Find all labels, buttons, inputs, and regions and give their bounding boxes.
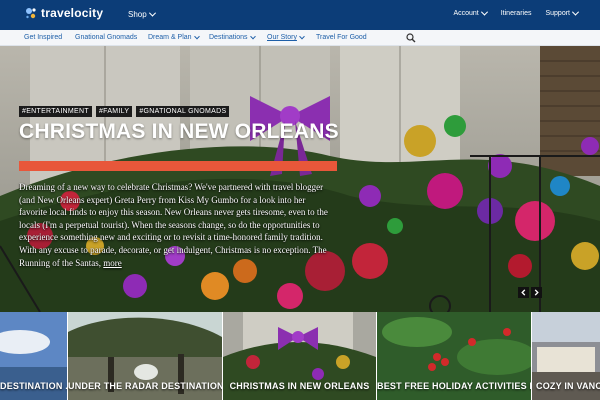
chevron-down-icon <box>249 33 256 39</box>
thumbnail-card[interactable]: DESTINATION ... <box>0 312 67 400</box>
nav-our-story[interactable]: Our Story <box>267 33 305 41</box>
logo-text: travelocity <box>41 6 104 20</box>
nav-travel-for-good[interactable]: Travel For Good <box>316 34 367 41</box>
carousel-next-button[interactable] <box>531 287 542 298</box>
thumbnail-card[interactable]: CHRISTMAS IN NEW ORLEANS <box>223 312 376 400</box>
carousel-prev-button[interactable] <box>518 287 529 298</box>
article-thumbnails: DESTINATION ... UNDER THE RADAR DESTINAT… <box>0 312 600 400</box>
chevron-right-icon <box>534 289 539 296</box>
support-menu[interactable]: Support <box>545 8 580 17</box>
nav-destinations[interactable]: Destinations <box>209 33 256 41</box>
thumbnail-card[interactable]: BEST FREE HOLIDAY ACTIVITIES I... <box>377 312 531 400</box>
nav-label: Travel For Good <box>316 34 367 41</box>
nav-dream-plan[interactable]: Dream & Plan <box>148 33 200 41</box>
logo-star-icon <box>26 8 36 19</box>
tag-gnational-gnomads[interactable]: #GNATIONAL GNOMADS <box>136 106 230 117</box>
account-nav: Account Itineraries Support <box>453 8 580 17</box>
thumbnail-title: UNDER THE RADAR DESTINATION ... <box>68 381 222 391</box>
nav-label: Gnational Gnomads <box>75 34 138 41</box>
sub-navigation: Get Inspired Gnational Gnomads Dream & P… <box>0 30 600 46</box>
search-icon[interactable] <box>406 33 416 43</box>
nav-gnational-gnomads[interactable]: Gnational Gnomads <box>75 34 137 41</box>
chevron-down-icon <box>480 8 488 16</box>
nav-get-inspired[interactable]: Get Inspired <box>24 34 62 41</box>
chevron-down-icon <box>193 33 200 39</box>
read-more-link[interactable]: more <box>103 258 122 268</box>
thumbnail-title: CHRISTMAS IN NEW ORLEANS <box>229 381 370 391</box>
chevron-left-icon <box>521 289 526 296</box>
hero-tags: #ENTERTAINMENT #FAMILY #GNATIONAL GNOMAD… <box>19 106 230 117</box>
thumbnail-card[interactable]: COZY IN VANCOU <box>532 312 600 400</box>
hero-banner[interactable]: #ENTERTAINMENT #FAMILY #GNATIONAL GNOMAD… <box>0 46 600 312</box>
thumbnail-title: COZY IN VANCOU <box>536 381 600 391</box>
nav-label: Our Story <box>267 34 297 41</box>
account-label: Account <box>453 10 479 17</box>
nav-label: Destinations <box>209 34 248 41</box>
thumbnail-card[interactable]: UNDER THE RADAR DESTINATION ... <box>68 312 222 400</box>
shop-menu[interactable]: Shop <box>128 9 156 19</box>
chevron-down-icon <box>571 8 580 16</box>
itineraries-link[interactable]: Itineraries <box>501 10 532 17</box>
excerpt-text: Dreaming of a new way to celebrate Chris… <box>19 182 328 268</box>
carousel-controls <box>518 287 542 298</box>
tag-entertainment[interactable]: #ENTERTAINMENT <box>19 106 92 117</box>
tag-family[interactable]: #FAMILY <box>95 106 133 117</box>
chevron-down-icon <box>299 33 305 39</box>
itineraries-label: Itineraries <box>500 10 532 17</box>
nav-label: Get Inspired <box>24 34 63 41</box>
shop-label: Shop <box>128 10 147 19</box>
thumbnail-title: DESTINATION ... <box>0 381 67 391</box>
account-menu[interactable]: Account <box>453 8 488 17</box>
travelocity-logo[interactable]: travelocity <box>24 6 103 20</box>
chevron-down-icon <box>148 9 156 17</box>
top-bar: travelocity Shop Account Itineraries Sup… <box>0 0 600 30</box>
nav-label: Dream & Plan <box>148 34 192 41</box>
hero-title[interactable]: CHRISTMAS IN NEW ORLEANS <box>19 120 339 144</box>
accent-bar <box>19 161 337 171</box>
hero-image <box>0 46 600 312</box>
support-label: Support <box>545 10 570 17</box>
thumbnail-title: BEST FREE HOLIDAY ACTIVITIES I... <box>377 381 531 391</box>
hero-excerpt: Dreaming of a new way to celebrate Chris… <box>19 181 335 269</box>
